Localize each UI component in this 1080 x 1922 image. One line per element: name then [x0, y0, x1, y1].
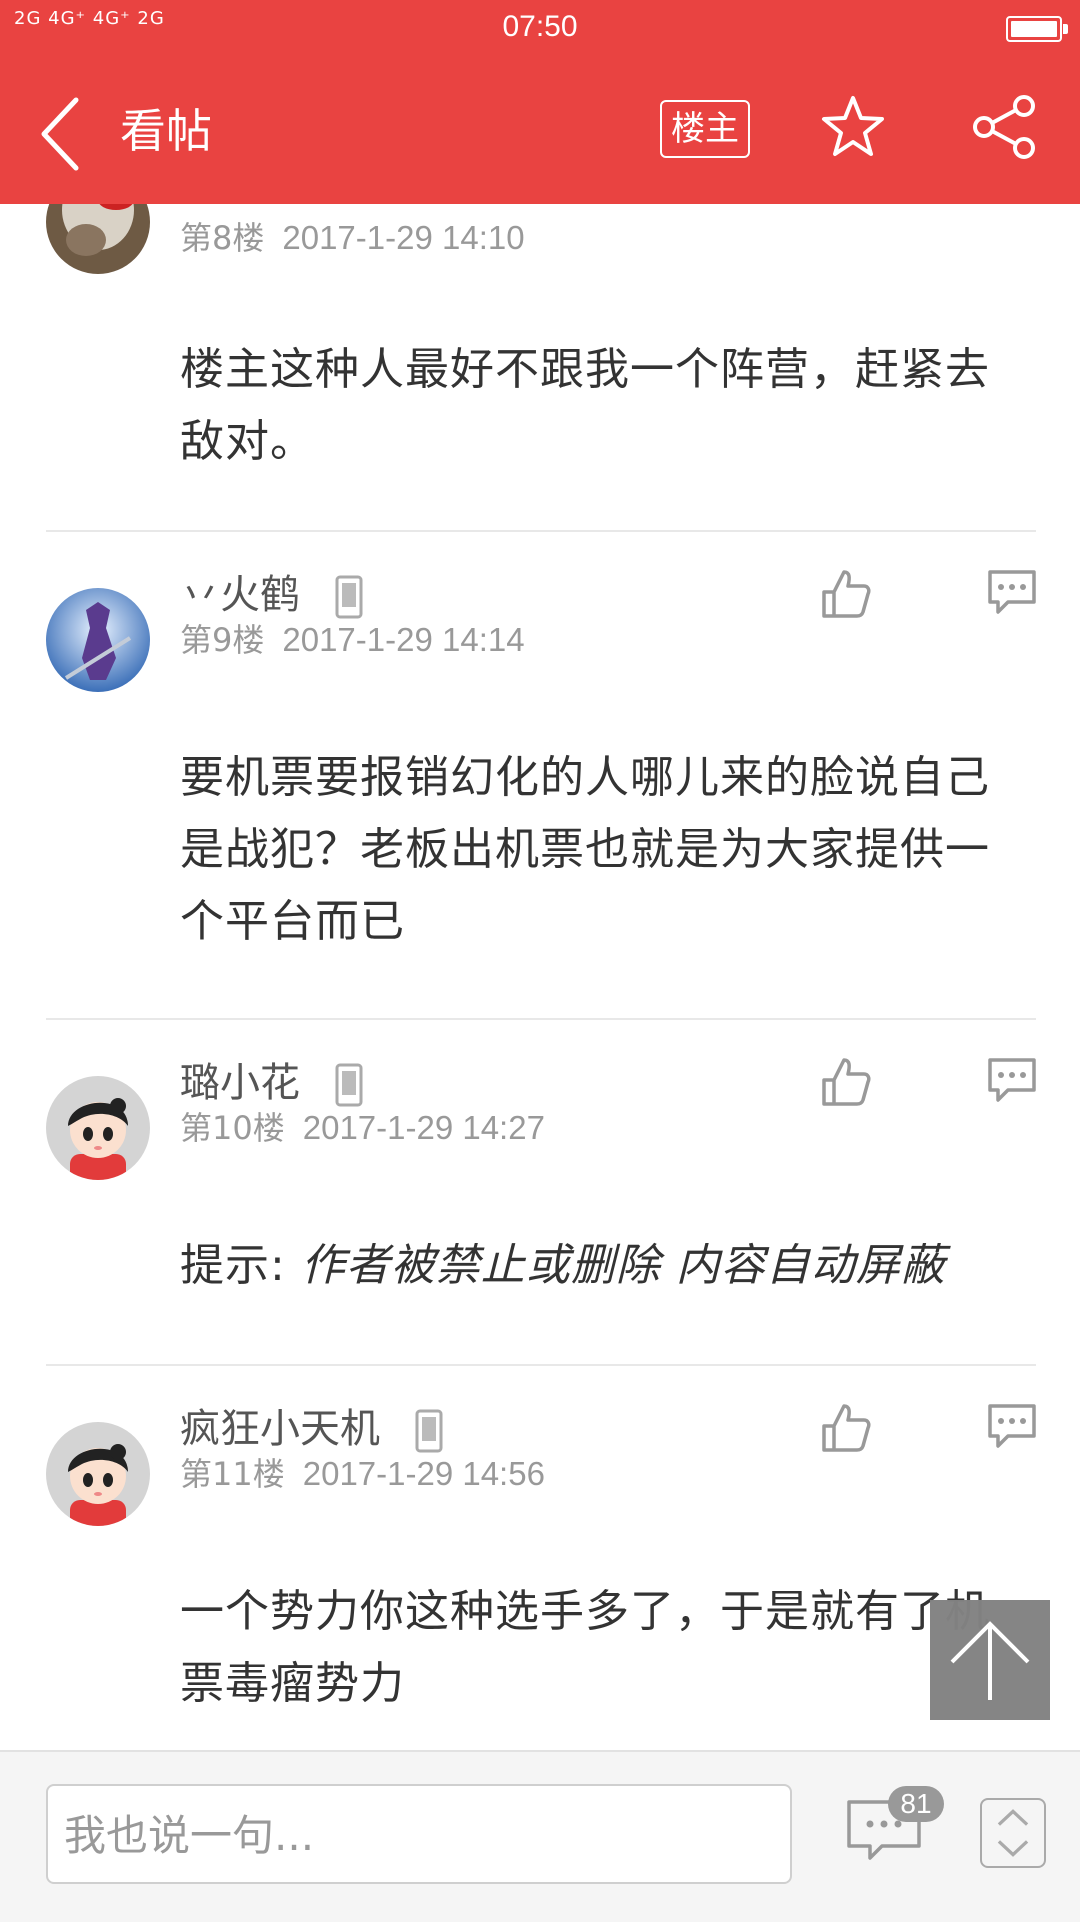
- star-icon[interactable]: [820, 94, 886, 160]
- bottom-reply-bar: 我也说一句... 81: [0, 1750, 1080, 1922]
- reply-input[interactable]: 我也说一句...: [46, 1784, 792, 1884]
- username-text: 疯狂小天机: [180, 1406, 380, 1452]
- status-time: 07:50: [502, 10, 578, 43]
- floor-number: 第8楼: [180, 219, 265, 257]
- floor-number: 第9楼: [180, 621, 265, 659]
- post-timestamp: 2017-1-29 14:27: [302, 1109, 545, 1146]
- thumbs-up-icon[interactable]: [818, 566, 874, 622]
- avatar[interactable]: [46, 588, 150, 692]
- username[interactable]: 疯狂小天机: [180, 1404, 443, 1454]
- post-meta: 第8楼 2017-1-29 14:10: [180, 216, 525, 260]
- back-arrow-icon[interactable]: [36, 94, 96, 174]
- reply-icon[interactable]: [986, 1400, 1038, 1452]
- owner-only-button[interactable]: 楼主: [660, 100, 750, 158]
- post-content: 一个势力你这种选手多了，于是就有了机票毒瘤势力: [180, 1586, 990, 1709]
- post-feed[interactable]: 第8楼 2017-1-29 14:10 楼主这种人最好不跟我一个阵营，赶紧去敌对。…: [0, 204, 1080, 1750]
- divider: [46, 1364, 1036, 1366]
- post-timestamp: 2017-1-29 14:10: [282, 219, 525, 256]
- post-meta: 第9楼 2017-1-29 14:14: [180, 618, 525, 662]
- username-text: 璐小花: [180, 1060, 300, 1106]
- phone-icon: [415, 1409, 443, 1453]
- divider: [46, 530, 1036, 532]
- comment-count-badge: 81: [888, 1786, 944, 1822]
- floor-number: 第10楼: [180, 1109, 285, 1147]
- avatar[interactable]: [46, 1422, 150, 1526]
- avatar[interactable]: [46, 204, 150, 274]
- reply-icon[interactable]: [986, 566, 1038, 618]
- post-content: 提示: 作者被禁止或删除 内容自动屏蔽: [180, 1230, 1020, 1302]
- post-timestamp: 2017-1-29 14:56: [302, 1455, 545, 1492]
- username-text: 丷火鹤: [180, 572, 300, 618]
- hint-label: 提示:: [180, 1240, 301, 1291]
- username[interactable]: 璐小花: [180, 1058, 363, 1108]
- post-content: 要机票要报销幻化的人哪儿来的脸说自己是战犯？老板出机票也就是为大家提供一个平台而…: [180, 752, 990, 947]
- avatar[interactable]: [46, 1076, 150, 1180]
- page-up-down-icon[interactable]: [980, 1798, 1046, 1868]
- hint-body: 作者被禁止或删除 内容自动屏蔽: [300, 1240, 946, 1291]
- page-title: 看帖: [120, 104, 212, 158]
- status-bar: 2G 4G⁺ 4G⁺ 2G 07:50: [0, 0, 1080, 58]
- share-icon[interactable]: [972, 94, 1038, 160]
- post-timestamp: 2017-1-29 14:14: [282, 621, 525, 658]
- floor-number: 第11楼: [180, 1455, 285, 1493]
- reply-icon[interactable]: [986, 1054, 1038, 1106]
- phone-icon: [335, 1063, 363, 1107]
- post-meta: 第10楼 2017-1-29 14:27: [180, 1106, 545, 1150]
- thumbs-up-icon[interactable]: [818, 1400, 874, 1456]
- back-to-top-icon[interactable]: [930, 1600, 1050, 1720]
- top-nav-bar: 看帖 楼主: [0, 58, 1080, 204]
- post-content: 楼主这种人最好不跟我一个阵营，赶紧去敌对。: [180, 344, 990, 467]
- divider: [46, 1018, 1036, 1020]
- phone-icon: [335, 575, 363, 619]
- thumbs-up-icon[interactable]: [818, 1054, 874, 1110]
- battery-icon: [1006, 16, 1068, 42]
- username[interactable]: 丷火鹤: [180, 570, 363, 620]
- post-meta: 第11楼 2017-1-29 14:56: [180, 1452, 545, 1496]
